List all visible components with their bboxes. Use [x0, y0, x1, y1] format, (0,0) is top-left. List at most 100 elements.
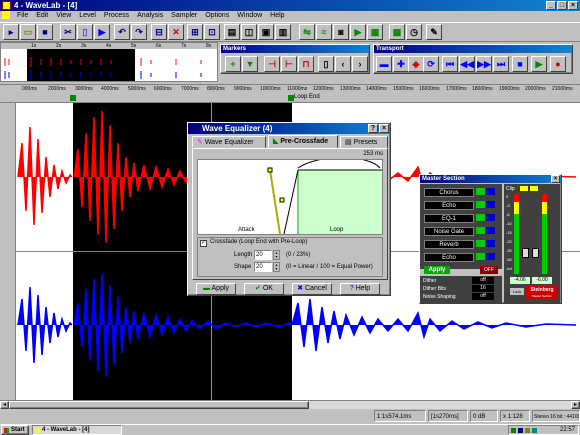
menu-window[interactable]: Window: [234, 11, 265, 21]
menu-file[interactable]: File: [14, 11, 31, 21]
close-button[interactable]: ×: [568, 1, 578, 10]
transport-record-mode-icon[interactable]: ▬: [376, 56, 392, 72]
transport-marker-icon[interactable]: ✚: [393, 56, 409, 72]
master-apply-button[interactable]: Apply: [424, 266, 450, 274]
length-input[interactable]: 20: [254, 250, 272, 260]
shape-spinner[interactable]: ▴ ▾: [273, 262, 280, 272]
menu-process[interactable]: Process: [101, 11, 132, 21]
length-spinner[interactable]: ▴ ▾: [273, 250, 280, 260]
transport-rewind-icon[interactable]: ◀◀: [459, 56, 475, 72]
process-icon[interactable]: ≈: [316, 24, 332, 40]
tab-pre-crossfade[interactable]: ◣ Pre-Crossfade: [268, 135, 338, 148]
effect-power-icon[interactable]: [476, 188, 485, 195]
menu-view[interactable]: View: [53, 11, 74, 21]
effect-bypass-icon[interactable]: [486, 201, 495, 208]
marker-region-icon[interactable]: ⊓: [298, 56, 314, 72]
save-file-icon[interactable]: ■: [37, 24, 53, 40]
menu-analysis[interactable]: Analysis: [134, 11, 166, 21]
clock-icon[interactable]: ◷: [406, 24, 422, 40]
effect-bypass-icon[interactable]: [486, 188, 495, 195]
paste-icon[interactable]: ▶: [94, 24, 110, 40]
fader-right[interactable]: [532, 248, 539, 258]
analysis-icon[interactable]: ▩: [389, 24, 405, 40]
tray-icon[interactable]: [525, 428, 530, 433]
dither-value[interactable]: off: [472, 277, 494, 284]
fader-left[interactable]: [522, 248, 529, 258]
trim-icon[interactable]: ⊟: [151, 24, 167, 40]
tab-wave-equalizer[interactable]: ✎ Wave Equalizer: [192, 136, 266, 148]
window-split-icon[interactable]: ◫: [241, 24, 257, 40]
delete-icon[interactable]: ✕: [168, 24, 184, 40]
effect-power-icon[interactable]: [476, 201, 485, 208]
shape-input[interactable]: 20: [254, 262, 272, 272]
transport-start-icon[interactable]: ⏮: [442, 56, 458, 72]
loop-start-marker-icon[interactable]: [70, 95, 76, 101]
snap-icon[interactable]: ⊡: [204, 24, 220, 40]
open-file-icon[interactable]: ▭: [20, 24, 36, 40]
menu-icon[interactable]: [2, 11, 10, 20]
crossfade-checkbox[interactable]: ✓: [200, 240, 207, 247]
menu-sampler[interactable]: Sampler: [168, 11, 200, 21]
effect-power-icon[interactable]: [476, 214, 485, 221]
effect-bypass-icon[interactable]: [486, 253, 495, 260]
tray-icon[interactable]: [518, 428, 523, 433]
window-cascade-icon[interactable]: ▣: [258, 24, 274, 40]
transport-record-icon[interactable]: ●: [550, 56, 566, 72]
minimize-button[interactable]: _: [546, 1, 556, 10]
effect-bypass-icon[interactable]: [486, 240, 495, 247]
transport-punch-icon[interactable]: ◈: [408, 56, 424, 72]
tray-icon[interactable]: [532, 428, 537, 433]
effect-bypass-icon[interactable]: [486, 214, 495, 221]
window-stack-icon[interactable]: ▥: [275, 24, 291, 40]
loop-icon[interactable]: ⇋: [299, 24, 315, 40]
effect-slot-1[interactable]: Chorus: [424, 188, 474, 197]
window-tile-icon[interactable]: ▤: [224, 24, 240, 40]
menu-options[interactable]: Options: [202, 11, 232, 21]
marker-end-icon[interactable]: ⊢: [281, 56, 297, 72]
dither-bits-value[interactable]: 16: [472, 285, 494, 292]
effect-slot-3[interactable]: EQ-1: [424, 214, 474, 223]
tab-presets[interactable]: ▤ Presets: [340, 136, 388, 148]
meter-lock-button[interactable]: Lock: [510, 288, 524, 295]
overview-panel[interactable]: 1s 2s 3s 4s 5s 6s 7s 8s: [0, 42, 218, 82]
transport-end-icon[interactable]: ⏭: [493, 56, 509, 72]
scroll-left-button[interactable]: ◂: [0, 401, 9, 409]
camera-icon[interactable]: ◙: [333, 24, 349, 40]
marker-down-icon[interactable]: ▼: [242, 56, 258, 72]
zoom-icon[interactable]: ⊞: [187, 24, 203, 40]
marker-next-icon[interactable]: ›: [352, 56, 368, 72]
noise-shaping-value[interactable]: off: [472, 293, 494, 300]
maximize-button[interactable]: □: [557, 1, 567, 10]
scroll-right-button[interactable]: ▸: [571, 401, 580, 409]
help-button[interactable]: ? Help: [340, 283, 380, 295]
equalizer-help-button[interactable]: ?: [368, 124, 378, 133]
play-icon[interactable]: ▶: [350, 24, 366, 40]
effect-slot-5[interactable]: Reverb: [424, 240, 474, 249]
marker-prev-icon[interactable]: ‹: [335, 56, 351, 72]
effect-power-icon[interactable]: [476, 227, 485, 234]
start-button[interactable]: Start: [1, 425, 29, 435]
effect-power-icon[interactable]: [476, 253, 485, 260]
marker-list-icon[interactable]: ▯: [318, 56, 334, 72]
new-file-icon[interactable]: ▸: [3, 24, 19, 40]
horizontal-scrollbar[interactable]: ◂ ▸: [0, 400, 580, 409]
menu-edit[interactable]: Edit: [33, 11, 51, 21]
apply-button[interactable]: ▬ Apply: [196, 283, 236, 295]
equalizer-close-button[interactable]: ×: [379, 124, 389, 133]
crossfade-graph[interactable]: Attack Loop: [197, 157, 383, 235]
menu-help[interactable]: Help: [267, 11, 287, 21]
effect-slot-6[interactable]: Echo: [424, 253, 474, 262]
redo-icon[interactable]: ↷: [131, 24, 147, 40]
undo-icon[interactable]: ↶: [114, 24, 130, 40]
copy-icon[interactable]: ▯: [77, 24, 93, 40]
transport-forward-icon[interactable]: ▶▶: [476, 56, 492, 72]
transport-stop-icon[interactable]: ■: [512, 56, 528, 72]
menu-level[interactable]: Level: [76, 11, 99, 21]
effect-bypass-icon[interactable]: [486, 227, 495, 234]
master-off-button[interactable]: OFF: [480, 266, 498, 274]
master-close-button[interactable]: ×: [551, 175, 560, 183]
pencil-icon[interactable]: ✎: [426, 24, 442, 40]
effect-power-icon[interactable]: [476, 240, 485, 247]
ok-button[interactable]: ✔ OK: [244, 283, 284, 295]
taskbar-app-button[interactable]: 4 - WaveLab - [4]: [32, 425, 122, 435]
